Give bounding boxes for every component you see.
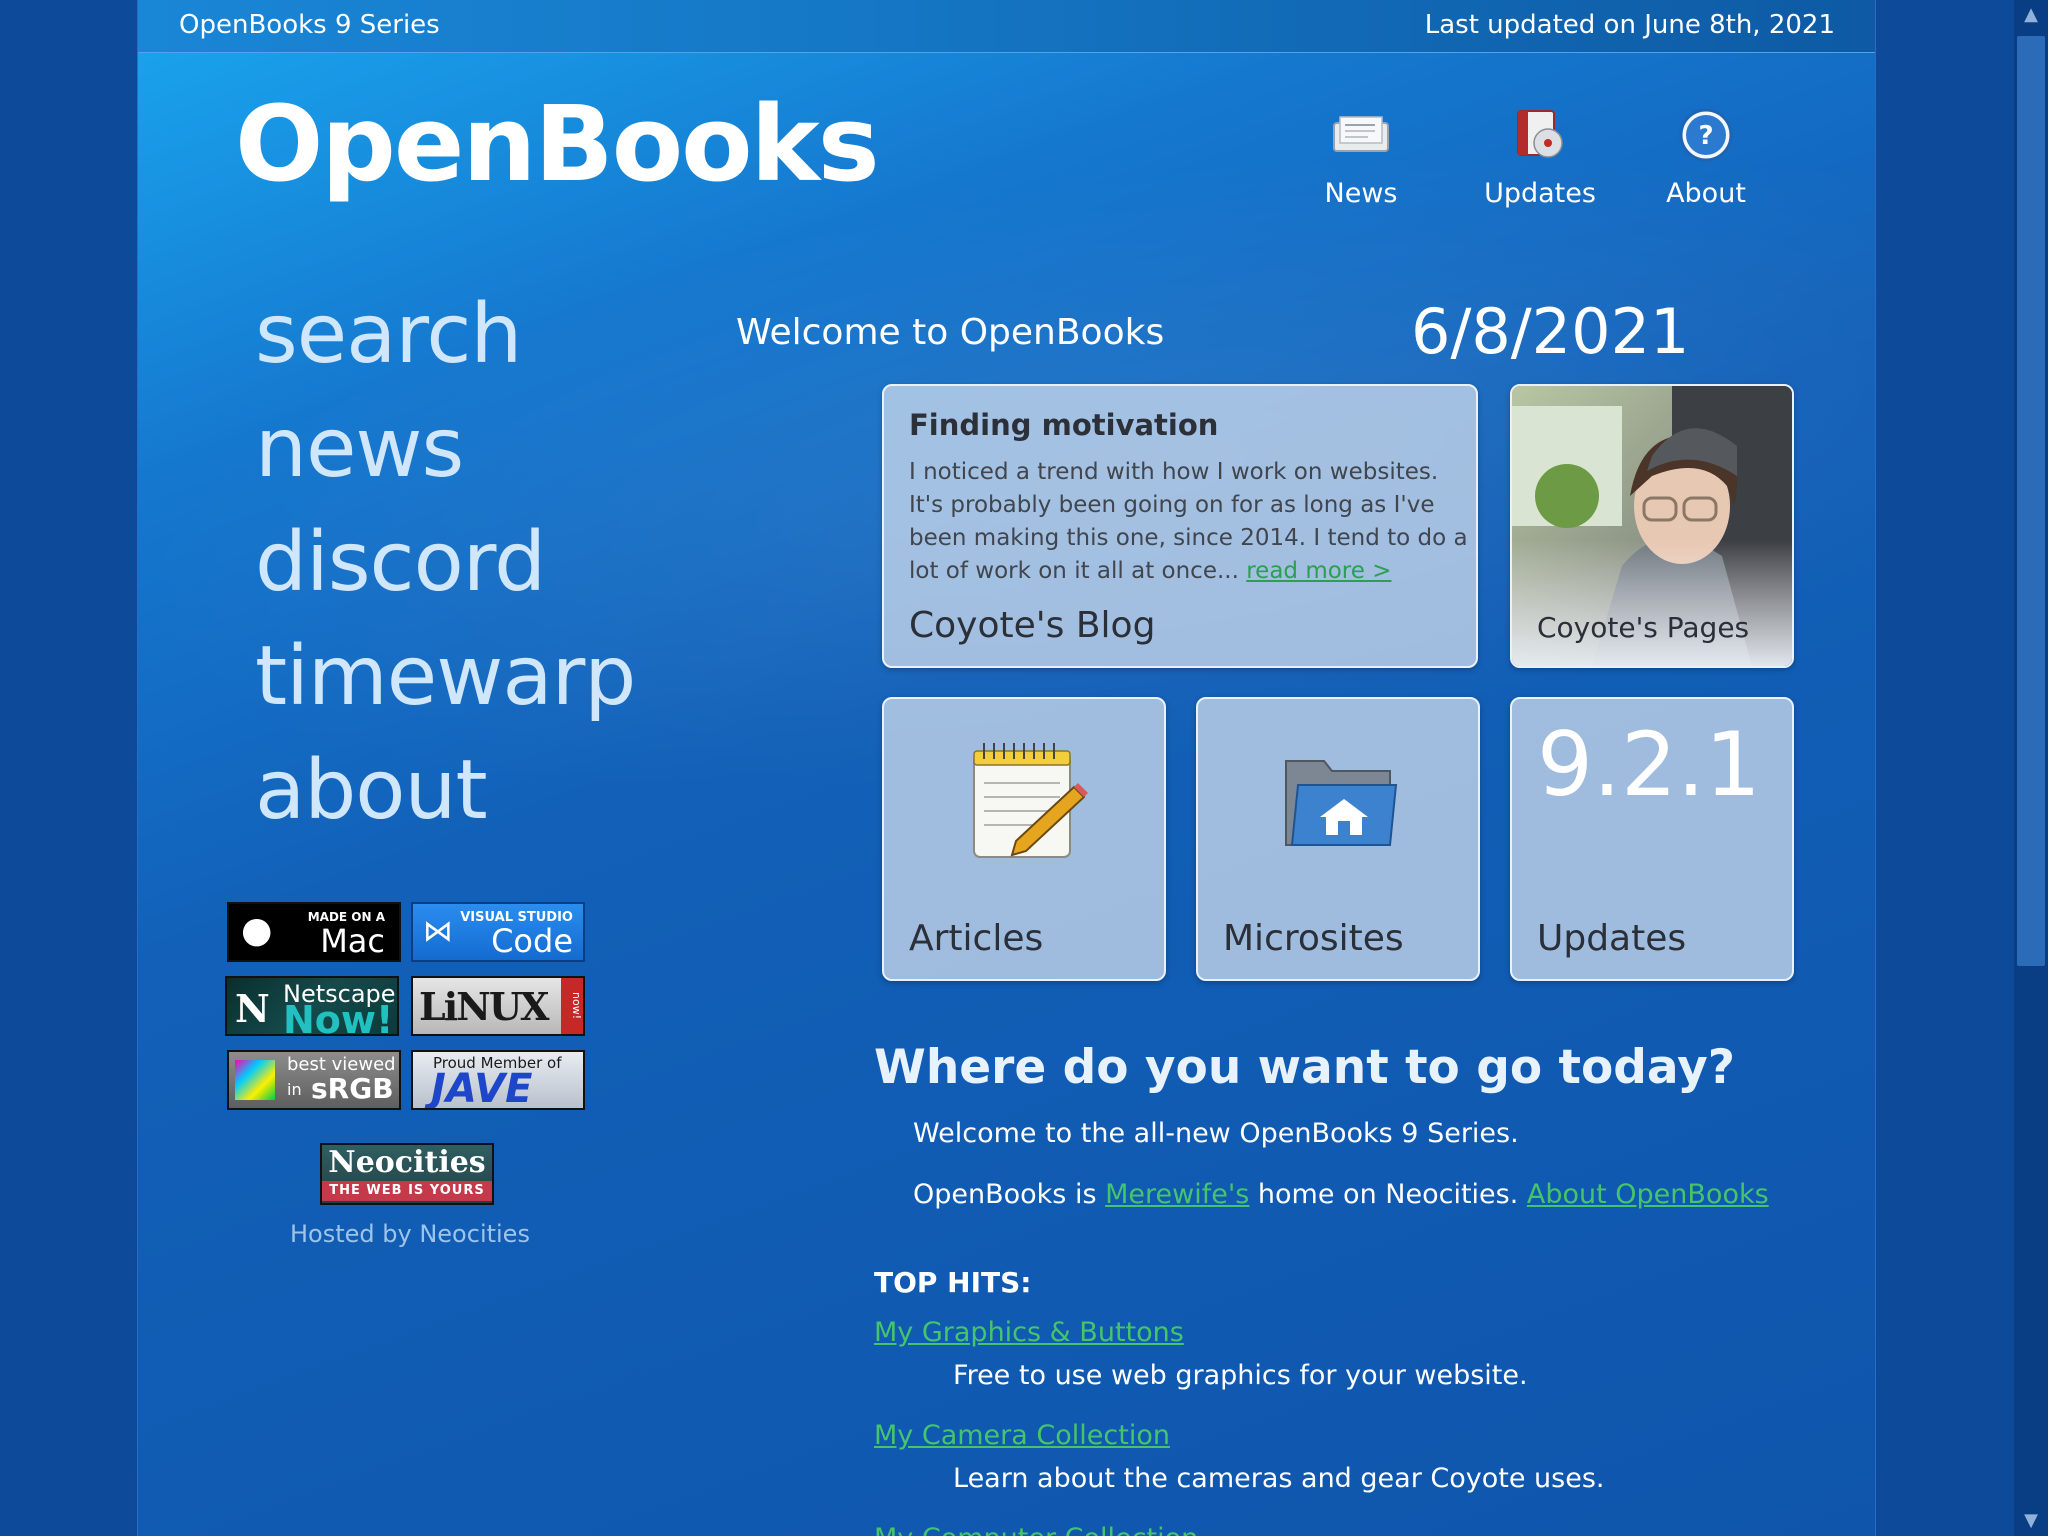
merewife-link[interactable]: Merewife's — [1105, 1179, 1249, 1210]
updates-tile[interactable]: 9.2.1 Updates — [1510, 697, 1794, 981]
top-nav: News newspaper-icon Updates ? — [1298, 100, 1875, 230]
hit-link-computers[interactable]: My Computer Collection — [874, 1523, 1198, 1536]
newspaper-icon — [1298, 100, 1424, 170]
best-viewed-srgb-badge[interactable]: best viewed in sRGB — [227, 1050, 401, 1110]
last-updated: Last updated on June 8th, 2021 — [1424, 10, 1835, 40]
hosted-by-text: Hosted by Neocities — [290, 1220, 530, 1248]
page-container: OpenBooks 9 Series Last updated on June … — [137, 0, 1876, 1536]
svg-text:?: ? — [1698, 121, 1713, 151]
top-bar: OpenBooks 9 Series Last updated on June … — [138, 0, 1875, 53]
microsites-tile-label: Microsites — [1223, 918, 1404, 959]
sidenav-timewarp[interactable]: timewarp — [255, 620, 636, 734]
articles-tile[interactable]: Articles — [882, 697, 1166, 981]
where-heading: Where do you want to go today? — [874, 1040, 1736, 1095]
about-openbooks-link[interactable]: About OpenBooks — [1527, 1179, 1769, 1210]
series-label: OpenBooks 9 Series — [179, 10, 440, 40]
scroll-down-icon[interactable]: ▼ — [2014, 1506, 2048, 1536]
coyotes-pages-tile[interactable]: Coyote's Pages — [1510, 384, 1794, 668]
current-date: 6/8/2021 — [1411, 295, 1690, 368]
welcome-title: Welcome to OpenBooks — [736, 312, 1165, 353]
site-logo[interactable]: OpenBooks — [235, 92, 880, 196]
nav-updates[interactable]: Updates — [1470, 100, 1610, 209]
nav-about[interactable]: ? About — [1646, 100, 1766, 209]
hit-desc-cameras: Learn about the cameras and gear Coyote … — [953, 1463, 1605, 1494]
made-on-mac-badge[interactable]: ● MADE ON A Mac — [227, 902, 401, 962]
blog-post-excerpt: I noticed a trend with how I work on web… — [909, 459, 1468, 584]
scroll-up-icon[interactable]: ▲ — [2014, 0, 2048, 30]
netscape-now-badge[interactable]: N Netscape Now! — [225, 976, 399, 1036]
vscode-badge[interactable]: ⋈ VISUAL STUDIO Code — [411, 902, 585, 962]
sidenav-about[interactable]: about — [255, 734, 635, 848]
home-folder-icon — [1285, 760, 1398, 846]
vertical-scrollbar[interactable]: ▲ ▼ — [2014, 0, 2048, 1536]
version-number: 9.2.1 — [1537, 713, 1761, 816]
sidenav-news[interactable]: news — [255, 392, 635, 506]
nav-about-label: About — [1666, 178, 1746, 209]
side-nav: search news discord timewarp about — [255, 278, 636, 848]
articles-tile-label: Articles — [909, 918, 1044, 959]
netscape-icon: N — [235, 986, 270, 1031]
hit-desc-graphics: Free to use web graphics for your websit… — [953, 1360, 1528, 1391]
help-circle-icon: ? — [1646, 100, 1766, 170]
nav-news[interactable]: News newspaper-icon — [1298, 100, 1424, 209]
neocities-badge[interactable]: Neocities THE WEB IS YOURS — [320, 1143, 494, 1205]
install-disc-icon — [1470, 100, 1610, 170]
hit-link-cameras[interactable]: My Camera Collection — [874, 1420, 1170, 1451]
jave-member-badge[interactable]: Proud Member of JAVE — [411, 1050, 585, 1110]
pages-tile-label: Coyote's Pages — [1537, 611, 1750, 644]
srgb-spectrum-icon — [235, 1060, 275, 1100]
apple-icon: ● — [241, 910, 273, 951]
scrollbar-thumb[interactable] — [2017, 36, 2045, 966]
blog-tile[interactable]: Finding motivation I noticed a trend wit… — [882, 384, 1478, 668]
top-hits-heading: TOP HITS: — [874, 1266, 1032, 1299]
blog-post-title: Finding motivation — [909, 408, 1219, 442]
intro-line-1: Welcome to the all-new OpenBooks 9 Serie… — [913, 1118, 1519, 1149]
sidenav-discord[interactable]: discord — [255, 506, 635, 620]
updates-tile-label: Updates — [1537, 918, 1687, 959]
read-more-link[interactable]: read more > — [1246, 558, 1391, 584]
linux-now-badge[interactable]: LiNUX now! — [411, 976, 585, 1036]
nav-news-label: News — [1324, 178, 1398, 209]
vscode-icon: ⋈ — [423, 914, 453, 949]
intro-line-2: OpenBooks is Merewife's home on Neocitie… — [913, 1179, 1769, 1210]
blog-tile-label: Coyote's Blog — [909, 605, 1156, 646]
nav-updates-label: Updates — [1484, 178, 1596, 209]
hit-link-graphics[interactable]: My Graphics & Buttons — [874, 1317, 1184, 1348]
sidenav-search[interactable]: search — [255, 278, 635, 392]
notepad-pencil-icon — [973, 743, 1088, 858]
microsites-tile[interactable]: Microsites — [1196, 697, 1480, 981]
